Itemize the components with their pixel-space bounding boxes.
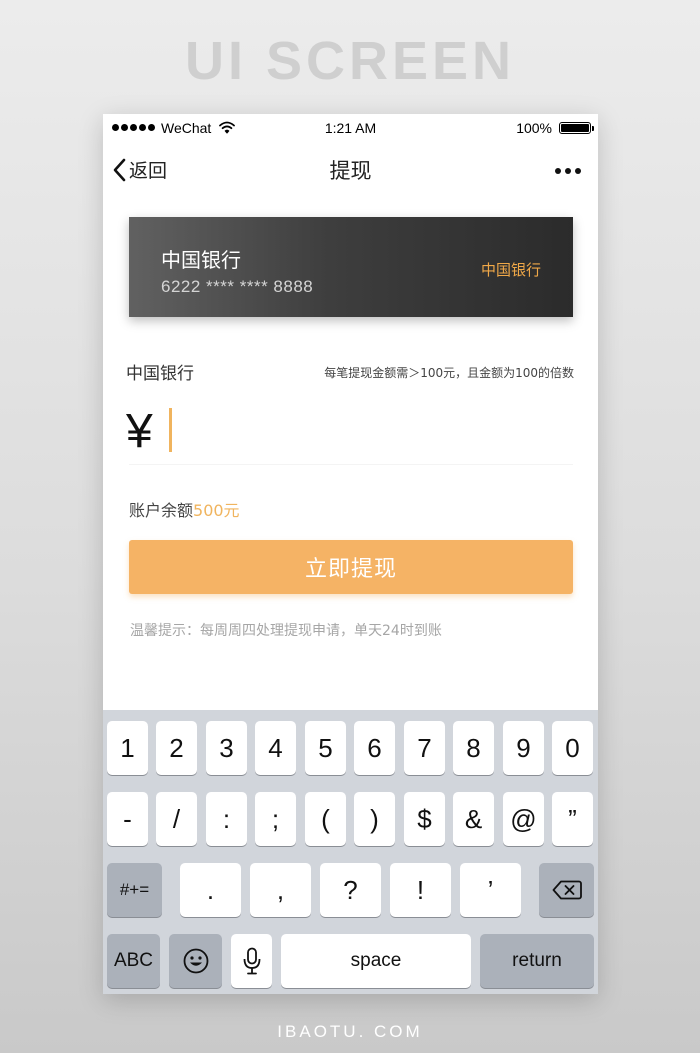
key-question[interactable]: ? xyxy=(320,863,381,917)
key-ampersand[interactable]: & xyxy=(453,792,494,846)
key-comma[interactable]: , xyxy=(250,863,311,917)
key-abc[interactable]: ABC xyxy=(107,934,160,988)
key-2[interactable]: 2 xyxy=(156,721,197,775)
withdraw-rule-note: 每笔提现金额需＞100元，且金额为100的倍数 xyxy=(324,366,574,380)
footer-watermark: IBAOTU. COM xyxy=(277,1022,423,1041)
key-4[interactable]: 4 xyxy=(255,721,296,775)
microphone-icon xyxy=(243,947,260,975)
navigation-bar: 返回 提现 xyxy=(103,142,598,198)
currency-symbol: ¥ xyxy=(126,405,153,458)
key-slash[interactable]: / xyxy=(156,792,197,846)
status-bar: WeChat 1:21 AM 100% xyxy=(103,114,598,142)
key-5[interactable]: 5 xyxy=(305,721,346,775)
key-close-paren[interactable]: ) xyxy=(354,792,395,846)
card-bank-name: 中国银行 xyxy=(161,248,241,272)
card-bank-brand: 中国银行 xyxy=(480,261,541,279)
numeric-keyboard: 1 2 3 4 5 6 7 8 9 0 - / : ; ( ) $ & @ ” … xyxy=(103,710,598,994)
key-8[interactable]: 8 xyxy=(453,721,494,775)
withdraw-now-button[interactable]: 立即提现 xyxy=(129,540,573,594)
more-dots-icon[interactable] xyxy=(555,168,581,174)
key-1[interactable]: 1 xyxy=(107,721,148,775)
key-colon[interactable]: : xyxy=(206,792,247,846)
page-heading: UI SCREEN xyxy=(184,31,516,91)
key-emoji[interactable] xyxy=(169,934,222,988)
text-caret xyxy=(169,408,172,452)
key-at[interactable]: @ xyxy=(503,792,544,846)
balance-value: 500元 xyxy=(193,501,240,520)
battery-icon xyxy=(559,122,594,134)
key-exclamation[interactable]: ! xyxy=(390,863,451,917)
key-hyphen[interactable]: - xyxy=(107,792,148,846)
key-9[interactable]: 9 xyxy=(503,721,544,775)
key-apostrophe[interactable]: ’ xyxy=(460,863,521,917)
amount-input[interactable] xyxy=(168,406,568,454)
balance-label: 账户余额 xyxy=(129,501,194,520)
key-microphone[interactable] xyxy=(231,934,272,988)
key-quote[interactable]: ” xyxy=(552,792,593,846)
bank-card[interactable]: 中国银行 6222 **** **** 8888 中国银行 xyxy=(129,217,573,317)
key-open-paren[interactable]: ( xyxy=(305,792,346,846)
withdraw-tip: 温馨提示：每周周四处理提现申请，单天24时到账 xyxy=(130,623,442,639)
account-balance: 账户余额 500元 xyxy=(129,497,240,521)
key-3[interactable]: 3 xyxy=(206,721,247,775)
key-6[interactable]: 6 xyxy=(354,721,395,775)
key-period[interactable]: . xyxy=(180,863,241,917)
battery-percentage: 100% xyxy=(516,120,552,136)
key-dollar[interactable]: $ xyxy=(404,792,445,846)
card-number: 6222 **** **** 8888 xyxy=(161,277,314,296)
key-backspace[interactable] xyxy=(539,863,594,917)
key-symbols-toggle[interactable]: #+= xyxy=(107,863,162,917)
backspace-icon xyxy=(552,880,582,900)
key-space[interactable]: space xyxy=(281,934,471,988)
selected-bank-label: 中国银行 xyxy=(126,364,194,384)
page-title: 提现 xyxy=(329,159,372,183)
key-semicolon[interactable]: ; xyxy=(255,792,296,846)
key-return[interactable]: return xyxy=(480,934,594,988)
phone-screen: WeChat 1:21 AM 100% 返回 提现 中国银行 6222 ****… xyxy=(103,114,598,994)
emoji-icon xyxy=(183,948,208,974)
input-divider xyxy=(129,464,573,465)
key-0[interactable]: 0 xyxy=(552,721,593,775)
key-7[interactable]: 7 xyxy=(404,721,445,775)
